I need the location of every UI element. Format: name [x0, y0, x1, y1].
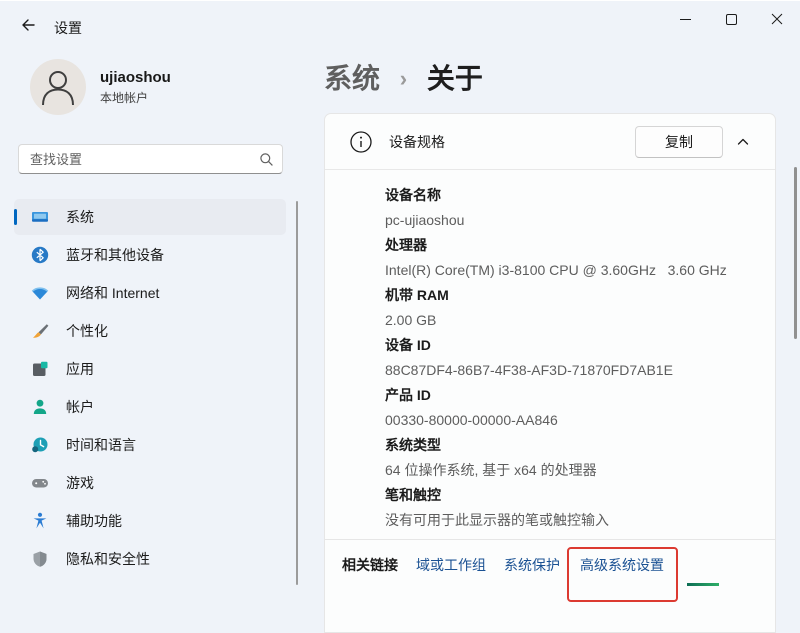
sidebar-item-label: 帐户 — [66, 397, 94, 417]
red-highlight-box: 高级系统设置 — [567, 547, 678, 602]
bluetooth-icon — [30, 245, 50, 265]
sidebar-item-accounts[interactable]: 帐户 — [14, 389, 286, 425]
sidebar-item-label: 系统 — [66, 207, 94, 227]
account-type: 本地帐户 — [100, 89, 171, 106]
window-controls — [662, 1, 800, 37]
sidebar-scrollbar[interactable] — [296, 201, 298, 585]
spec-value: 2.00 GB — [385, 308, 775, 333]
personalization-icon — [30, 321, 50, 341]
sidebar-item-label: 网络和 Internet — [66, 283, 159, 303]
search-box — [18, 144, 283, 174]
spec-value: 00330-80000-00000-AA846 — [385, 408, 775, 433]
sidebar-item-gaming[interactable]: 游戏 — [14, 465, 286, 501]
user-name: ujiaoshou — [100, 69, 171, 86]
spec-label: 处理器 — [385, 233, 775, 258]
content-scrollbar[interactable] — [794, 167, 797, 339]
sidebar-item-privacy[interactable]: 隐私和安全性 — [14, 541, 286, 577]
sidebar-item-time-language[interactable]: 时间和语言 — [14, 427, 286, 463]
minimize-button[interactable] — [662, 1, 708, 37]
person-icon — [30, 59, 86, 115]
gaming-icon — [30, 473, 50, 493]
spec-row: 产品 ID 00330-80000-00000-AA846 — [385, 383, 775, 433]
maximize-button[interactable] — [708, 1, 754, 37]
spec-row: 设备名称 pc-ujiaoshou — [385, 183, 775, 233]
sidebar-item-label: 游戏 — [66, 473, 94, 493]
search-input[interactable] — [30, 152, 259, 167]
breadcrumb-parent[interactable]: 系统 — [324, 63, 380, 94]
time-language-icon — [30, 435, 50, 455]
apps-icon — [30, 359, 50, 379]
selected-indicator — [14, 209, 17, 225]
accessibility-icon — [30, 511, 50, 531]
spec-label: 系统类型 — [385, 433, 775, 458]
app-title: 设置 — [54, 18, 82, 38]
spec-label: 设备 ID — [385, 333, 775, 358]
spec-row: 笔和触控 没有可用于此显示器的笔或触控输入 — [385, 483, 775, 533]
sidebar-item-apps[interactable]: 应用 — [14, 351, 286, 387]
sidebar-item-bluetooth[interactable]: 蓝牙和其他设备 — [14, 237, 286, 273]
sidebar-item-label: 隐私和安全性 — [66, 549, 150, 569]
accounts-icon — [30, 397, 50, 417]
network-icon — [30, 283, 50, 303]
page-title: 关于 — [427, 63, 483, 94]
close-button[interactable] — [754, 1, 800, 37]
collapse-button[interactable] — [723, 126, 763, 158]
sidebar-item-label: 辅助功能 — [66, 511, 122, 531]
card-title: 设备规格 — [389, 132, 445, 152]
back-button[interactable] — [10, 9, 46, 41]
spec-label: 机带 RAM — [385, 283, 775, 308]
sidebar-nav: 系统 蓝牙和其他设备 网络和 Internet 个性化 应用 — [0, 197, 294, 579]
spec-label: 设备名称 — [385, 183, 775, 208]
spec-row: 设备 ID 88C87DF4-86B7-4F38-AF3D-71870FD7AB… — [385, 333, 775, 383]
spec-list: 设备名称 pc-ujiaoshou 处理器 Intel(R) Core(TM) … — [325, 170, 775, 533]
link-system-protection[interactable]: 系统保护 — [504, 556, 560, 574]
minimize-icon — [680, 14, 691, 25]
spec-row: 机带 RAM 2.00 GB — [385, 283, 775, 333]
user-profile[interactable]: ujiaoshou 本地帐户 — [30, 59, 171, 115]
spec-value: Intel(R) Core(TM) i3-8100 CPU @ 3.60GHz … — [385, 258, 775, 283]
sidebar-item-accessibility[interactable]: 辅助功能 — [14, 503, 286, 539]
system-icon — [30, 207, 50, 227]
avatar — [30, 59, 86, 115]
device-spec-card: 设备规格 复制 设备名称 pc-ujiaoshou 处理器 Intel(R) C… — [324, 113, 776, 633]
breadcrumb: 系统 › 关于 — [324, 57, 483, 97]
spec-row: 系统类型 64 位操作系统, 基于 x64 的处理器 — [385, 433, 775, 483]
maximize-icon — [726, 14, 737, 25]
sidebar-item-label: 个性化 — [66, 321, 108, 341]
spec-value: pc-ujiaoshou — [385, 208, 775, 233]
copy-button[interactable]: 复制 — [635, 126, 723, 158]
link-domain-workgroup[interactable]: 域或工作组 — [416, 556, 486, 574]
sidebar-item-system[interactable]: 系统 — [14, 199, 286, 235]
privacy-icon — [30, 549, 50, 569]
spec-value: 88C87DF4-86B7-4F38-AF3D-71870FD7AB1E — [385, 358, 775, 383]
sidebar-item-label: 时间和语言 — [66, 435, 136, 455]
info-icon — [349, 130, 373, 154]
spec-label: 产品 ID — [385, 383, 775, 408]
sidebar-item-label: 蓝牙和其他设备 — [66, 245, 164, 265]
sidebar-item-personalization[interactable]: 个性化 — [14, 313, 286, 349]
sidebar: ujiaoshou 本地帐户 系统 蓝牙和其他设备 网络和 Inte — [0, 51, 320, 585]
spec-value: 没有可用于此显示器的笔或触控输入 — [385, 508, 775, 533]
titlebar: 设置 — [0, 1, 800, 51]
breadcrumb-separator-icon: › — [400, 66, 407, 91]
close-icon — [771, 13, 783, 25]
spec-label: 笔和触控 — [385, 483, 775, 508]
link-advanced-system-settings[interactable]: 高级系统设置 — [580, 557, 664, 573]
search-icon — [259, 152, 274, 167]
device-spec-header[interactable]: 设备规格 复制 — [325, 114, 775, 170]
back-arrow-icon — [20, 17, 36, 33]
sidebar-item-network[interactable]: 网络和 Internet — [14, 275, 286, 311]
spec-value: 64 位操作系统, 基于 x64 的处理器 — [385, 458, 775, 483]
chevron-up-icon — [735, 134, 751, 150]
sidebar-item-label: 应用 — [66, 359, 94, 379]
spec-row: 处理器 Intel(R) Core(TM) i3-8100 CPU @ 3.60… — [385, 233, 775, 283]
related-links-label: 相关链接 — [342, 556, 398, 574]
